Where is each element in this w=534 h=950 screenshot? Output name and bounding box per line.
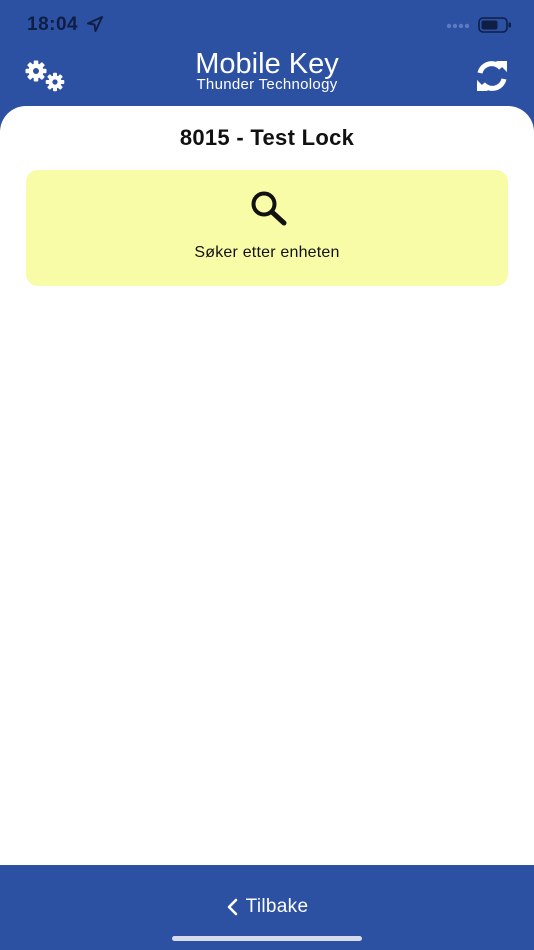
app-subtitle: Thunder Technology xyxy=(196,76,338,93)
signal-icon xyxy=(446,23,470,29)
search-icon xyxy=(251,191,287,226)
gears-icon xyxy=(25,60,65,92)
home-indicator[interactable] xyxy=(172,936,362,941)
back-button[interactable]: Tilbake xyxy=(0,895,534,919)
bottom-bar: Tilbake xyxy=(0,865,534,950)
settings-button[interactable] xyxy=(22,58,70,96)
battery-icon xyxy=(478,17,511,33)
status-time: 18:04 xyxy=(27,14,79,35)
back-label: Tilbake xyxy=(245,896,309,917)
main-panel: 8015 - Test Lock Søker etter enheten xyxy=(0,106,534,865)
status-bar: 18:04 xyxy=(0,0,534,50)
status-card: Søker etter enheten xyxy=(26,170,508,286)
refresh-icon xyxy=(477,61,507,91)
location-arrow-icon xyxy=(87,16,103,32)
refresh-button[interactable] xyxy=(472,58,512,94)
status-text: Søker etter enheten xyxy=(194,244,340,261)
chevron-left-icon xyxy=(227,898,237,916)
lock-title: 8015 - Test Lock xyxy=(179,125,355,150)
